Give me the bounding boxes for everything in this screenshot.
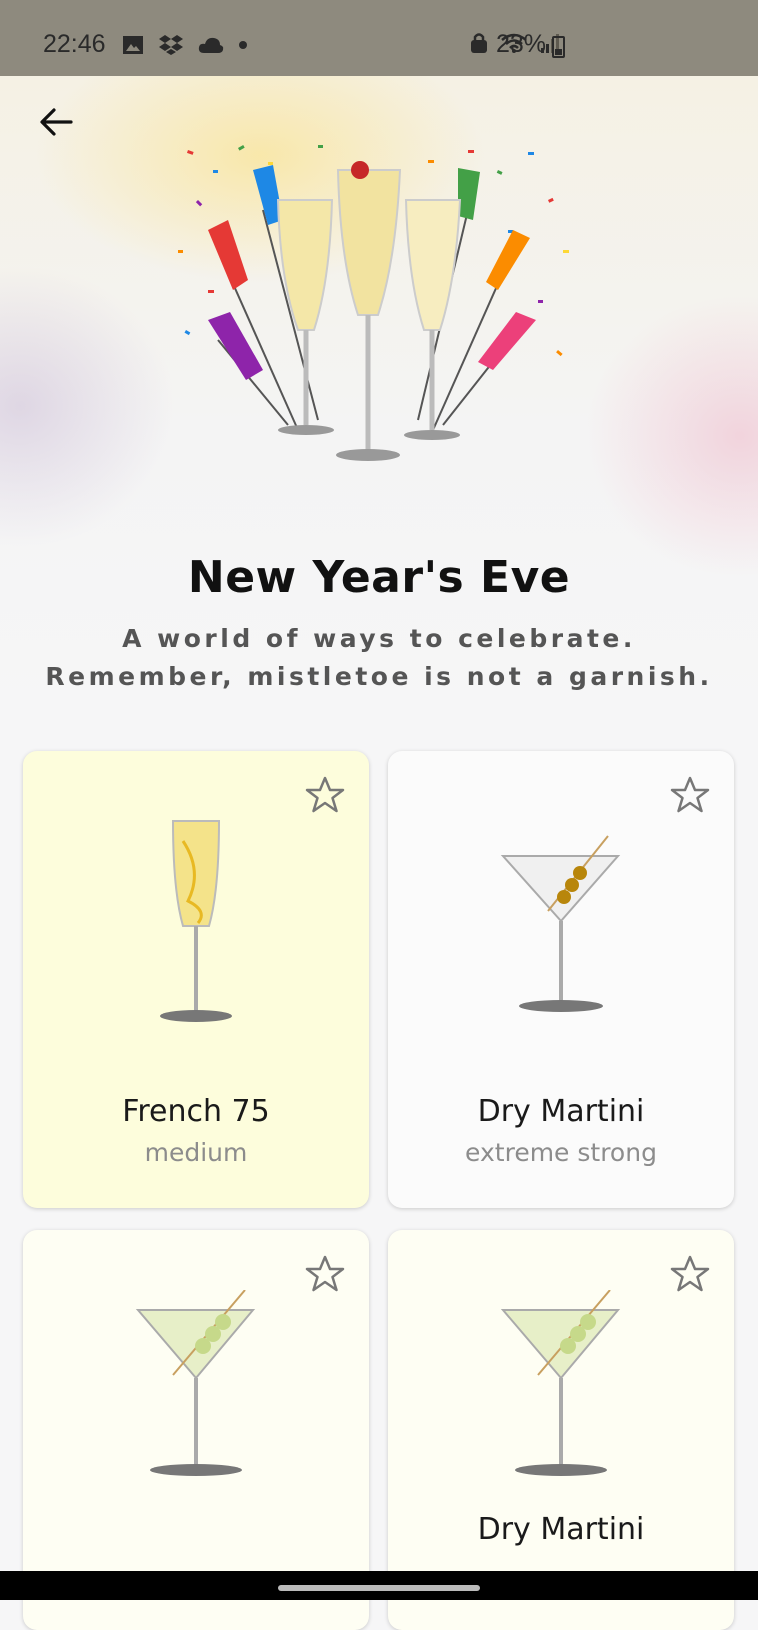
subtitle-line: Remember, mistletoe is not a garnish. — [45, 662, 713, 691]
subtitle-line: A world of ways to celebrate. — [122, 624, 636, 653]
star-icon[interactable] — [670, 1254, 710, 1294]
image-icon — [123, 36, 143, 54]
cocktail-card-french-75[interactable]: French 75 medium — [23, 751, 369, 1208]
cocktail-card[interactable] — [23, 1230, 369, 1630]
system-nav-bar — [0, 1571, 758, 1600]
martini-glass-icon — [500, 1290, 621, 1476]
cocktail-name: Dry Martini — [477, 1094, 645, 1129]
battery-percent: 23% — [496, 30, 547, 58]
celebration-illustration — [178, 145, 569, 461]
page-title: New Year's Eve — [187, 552, 571, 603]
back-button[interactable] — [30, 96, 82, 148]
martini-glass-icon — [500, 835, 621, 1012]
cocktail-strength: extreme strong — [465, 1138, 657, 1167]
champagne-glasses — [276, 161, 462, 461]
cloud-icon — [198, 37, 224, 53]
cocktail-name: French 75 — [122, 1094, 270, 1129]
cocktail-card-dry-martini[interactable]: Dry Martini extreme strong — [388, 751, 734, 1208]
status-time: 22:46 — [43, 30, 106, 58]
dot-icon — [239, 41, 247, 49]
dropbox-icon — [159, 35, 183, 55]
champagne-flute-icon — [160, 820, 232, 1022]
lock-icon — [471, 33, 487, 53]
page-subtitle: A world of ways to celebrate. Remember, … — [0, 620, 758, 696]
star-icon[interactable] — [305, 775, 345, 815]
battery-icon — [552, 36, 565, 58]
star-icon[interactable] — [670, 775, 710, 815]
arrow-left-icon — [40, 108, 73, 136]
cocktail-card-dry-martini[interactable]: Dry Martini — [388, 1230, 734, 1630]
home-gesture-handle[interactable] — [278, 1585, 480, 1591]
status-bar: 22:46 23% — [0, 0, 758, 76]
cocktail-strength: medium — [144, 1138, 248, 1167]
star-icon[interactable] — [305, 1254, 345, 1294]
martini-glass-icon — [135, 1290, 256, 1476]
cocktail-name: Dry Martini — [477, 1512, 645, 1547]
